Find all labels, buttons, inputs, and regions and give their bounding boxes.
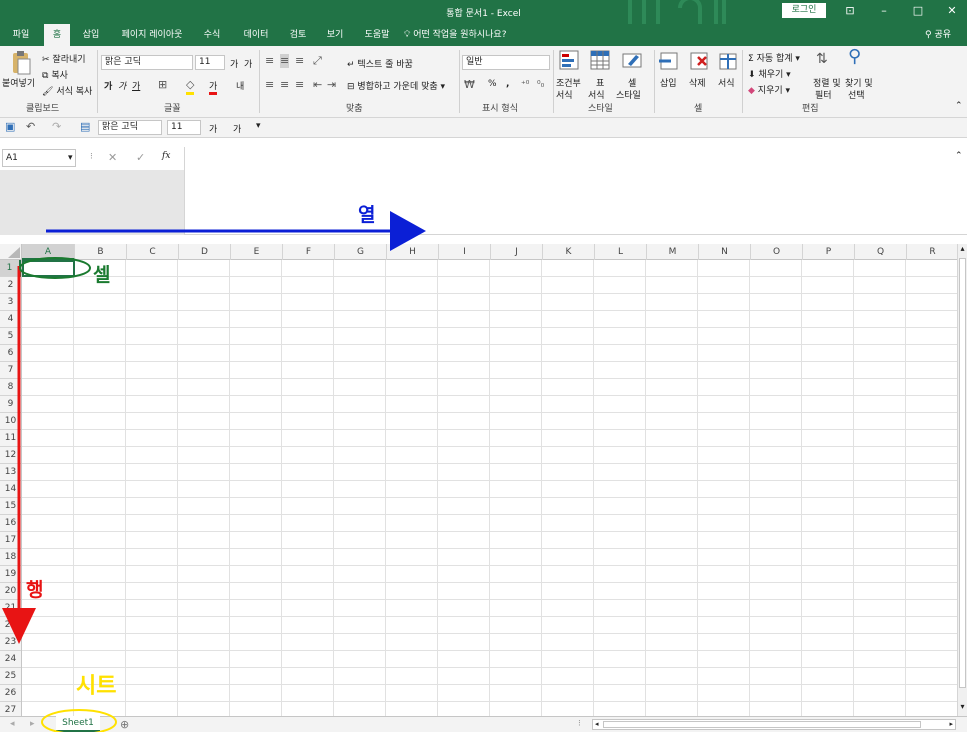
sheet-annotation-label: 시트: [76, 674, 117, 699]
annotation-layer: [2, 211, 426, 732]
column-arrow-head: [390, 211, 426, 251]
cell-circle: [19, 257, 91, 279]
cell-annotation-label: 셀: [93, 264, 111, 286]
sheet-circle: [41, 709, 117, 732]
row-annotation-label: 행: [26, 579, 44, 601]
column-annotation-label: 열: [358, 204, 376, 226]
row-arrow-head: [2, 608, 36, 644]
